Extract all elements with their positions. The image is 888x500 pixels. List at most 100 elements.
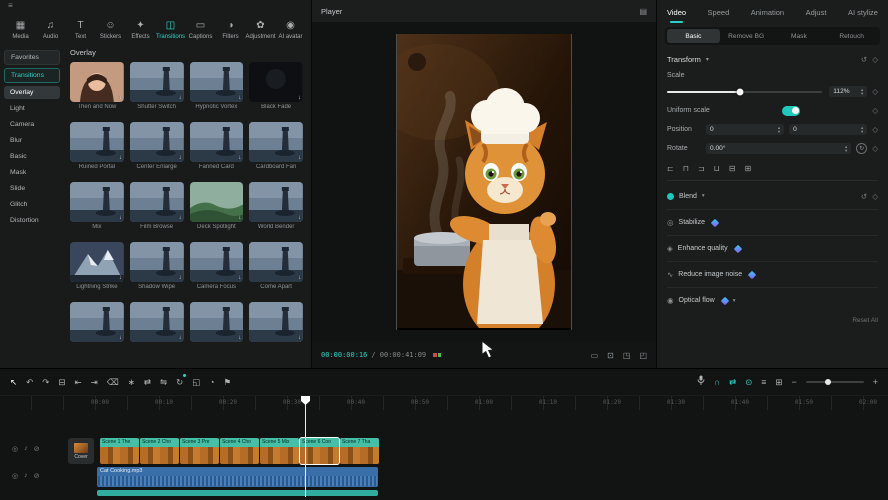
transition-thumbnail[interactable]: ↓ — [130, 182, 184, 222]
category-transitions[interactable]: Transitions — [4, 68, 60, 83]
sub-tab-retouch[interactable]: Retouch — [825, 29, 878, 43]
zoom-slider-knob[interactable] — [825, 379, 831, 385]
reverse-icon[interactable]: ⇄ — [144, 377, 151, 387]
player-menu-icon[interactable]: ▤ — [639, 7, 647, 16]
transition-item-shutter-switch[interactable]: ↓ Shutter Switch — [130, 62, 184, 112]
video-preview[interactable] — [396, 34, 572, 330]
transform-reset-icon[interactable]: ↺ — [861, 55, 867, 64]
section-blend[interactable]: Blend ▾ ↺◇ — [667, 183, 878, 209]
rotate-keyframe-icon[interactable]: ◇ — [872, 144, 878, 153]
timeline-clip[interactable]: Scene 3 Pre — [180, 438, 219, 464]
audio-clip[interactable]: Cat Cooking.mp3 — [97, 467, 378, 487]
transition-thumbnail[interactable]: ↓ — [249, 62, 303, 102]
transition-thumbnail[interactable]: ↓ — [249, 122, 303, 162]
rotate-icon[interactable]: ↻ — [176, 377, 183, 387]
stepper-arrows-icon[interactable]: ▴▾ — [845, 145, 847, 152]
stepper-arrows-icon[interactable]: ▴▾ — [861, 88, 863, 95]
lock-track-icon[interactable]: ⊘ — [34, 472, 40, 480]
lock-track-icon[interactable]: ⊘ — [34, 445, 40, 453]
transition-item-come-apart[interactable]: ↓ Come Apart — [249, 242, 303, 292]
category-blur[interactable]: Blur — [4, 134, 60, 147]
transition-thumbnail[interactable]: ↓ — [130, 242, 184, 282]
transition-thumbnail[interactable]: ↓ — [70, 302, 124, 342]
transition-thumbnail[interactable]: ↓ — [70, 182, 124, 222]
transition-thumbnail[interactable]: ↓ — [70, 122, 124, 162]
scale-keyframe-icon[interactable]: ◇ — [872, 87, 878, 96]
transition-item-world-bender[interactable]: ↓ World Bender — [249, 182, 303, 232]
media-tab-adjustment[interactable]: ✿ Adjustment — [246, 20, 275, 40]
media-tab-text[interactable]: T Text — [66, 20, 95, 40]
transition-item-camera-focus[interactable]: ↓ Camera Focus — [190, 242, 244, 292]
rotate-dial-icon[interactable]: ↻ — [856, 143, 867, 154]
trim-left-icon[interactable]: ⇤ — [75, 377, 82, 387]
cover-button[interactable]: Cover — [68, 438, 94, 464]
transition-item-fanned-card[interactable]: ↓ Fanned Card — [190, 122, 244, 172]
transition-item-film-browse[interactable]: ↓ Film Browse — [130, 182, 184, 232]
position-x-stepper[interactable]: 0 ▴▾ — [706, 124, 784, 135]
crop-icon[interactable]: ◱ — [192, 377, 200, 387]
scale-value-stepper[interactable]: 112% ▴▾ — [829, 86, 867, 97]
trim-right-icon[interactable]: ⇥ — [91, 377, 98, 387]
transition-item-then-and-now[interactable]: ↓ Then and Now — [70, 62, 124, 112]
toggle-visibility-icon[interactable]: ◎ — [12, 445, 18, 453]
transition-thumbnail[interactable]: ↓ — [190, 242, 244, 282]
section-keyframe-icon[interactable]: ◇ — [872, 192, 878, 201]
section-optical-flow[interactable]: ◉ Optical flow ▾ — [667, 287, 878, 313]
inspector-tab-speed[interactable]: Speed — [708, 1, 730, 23]
media-tab-ai-avatar[interactable]: ◉ AI avatar — [276, 20, 305, 40]
magnet-toggle[interactable]: ∩ — [714, 377, 720, 387]
transition-item-hypnotic-vortex[interactable]: ↓ Hypnotic Vortex — [190, 62, 244, 112]
stepper-arrows-icon[interactable]: ▴▾ — [861, 126, 863, 133]
marker-icon[interactable]: ⚑ — [223, 377, 231, 387]
undo-icon[interactable]: ↶ — [26, 377, 33, 387]
align-left-icon[interactable]: ⊏ — [667, 164, 674, 173]
fullscreen-icon[interactable]: ◰ — [639, 351, 647, 360]
transition-thumbnail[interactable]: ↓ — [130, 302, 184, 342]
transition-thumbnail[interactable]: ↓ — [249, 302, 303, 342]
media-tab-filters[interactable]: ◑ Filters — [216, 20, 245, 40]
category-mask[interactable]: Mask — [4, 166, 60, 179]
transition-item-mix[interactable]: ↓ Mix — [70, 182, 124, 232]
transition-thumbnail[interactable]: ↓ — [130, 62, 184, 102]
stepper-arrows-icon[interactable]: ▴▾ — [778, 126, 780, 133]
align-bottom-icon[interactable]: ⊔ — [714, 164, 720, 173]
transition-item-deck-spotlight[interactable]: ↓ Deck Spotlight — [190, 182, 244, 232]
uniform-keyframe-icon[interactable]: ◇ — [872, 106, 878, 115]
sub-tab-basic[interactable]: Basic — [667, 29, 720, 43]
align-top-icon[interactable]: ⊓ — [683, 164, 689, 173]
timeline-clip[interactable]: Scene 1 The — [100, 438, 139, 464]
timeline-clip[interactable]: Scene 4 Cho — [220, 438, 259, 464]
snap-toggle[interactable]: ⇄ — [729, 377, 736, 387]
transition-thumbnail[interactable]: ↓ — [130, 122, 184, 162]
speed-icon[interactable]: ◔ — [209, 377, 214, 387]
position-keyframe-icon[interactable]: ◇ — [872, 125, 878, 134]
media-tab-captions[interactable]: ▭ Captions — [186, 20, 215, 40]
reset-all-button[interactable]: Reset All — [852, 317, 878, 324]
transition-thumbnail[interactable]: ↓ — [190, 182, 244, 222]
mute-track-icon[interactable]: ♪ — [24, 472, 28, 480]
align-center-v-icon[interactable]: ⊞ — [745, 164, 752, 173]
transition-item-item[interactable]: ↓ — [130, 302, 184, 352]
align-right-icon[interactable]: ⊐ — [698, 164, 705, 173]
uniform-scale-toggle[interactable] — [782, 106, 800, 116]
scale-slider-knob[interactable] — [736, 88, 743, 95]
mini-player-icon[interactable]: ◳ — [623, 351, 631, 360]
media-tab-audio[interactable]: ♫ Audio — [36, 20, 65, 40]
category-overlay[interactable]: Overlay — [4, 86, 60, 99]
split-icon[interactable]: ⊟ — [58, 377, 65, 387]
transition-item-shadow-wipe[interactable]: ↓ Shadow Wipe — [130, 242, 184, 292]
timeline-clip[interactable]: Scene 5 Mix — [260, 438, 299, 464]
timeline-ruler[interactable]: 00:0000:1000:2000:3000:4000:5001:0001:10… — [0, 395, 888, 410]
inspector-tab-animation[interactable]: Animation — [751, 1, 784, 23]
transition-item-black-fade[interactable]: ↓ Black Fade — [249, 62, 303, 112]
transition-thumbnail[interactable]: ↓ — [249, 242, 303, 282]
inspector-tab-video[interactable]: Video — [667, 1, 686, 23]
redo-icon[interactable]: ↷ — [42, 377, 49, 387]
media-tab-effects[interactable]: ✦ Effects — [126, 20, 155, 40]
transition-thumbnail[interactable]: ↓ — [190, 122, 244, 162]
category-camera[interactable]: Camera — [4, 118, 60, 131]
transition-item-item[interactable]: ↓ — [190, 302, 244, 352]
transition-item-cardboard-fan[interactable]: ↓ Cardboard Fan — [249, 122, 303, 172]
transition-item-center-enlarge[interactable]: ↓ Center Enlarge — [130, 122, 184, 172]
link-toggle[interactable]: ⊙ — [745, 377, 752, 387]
